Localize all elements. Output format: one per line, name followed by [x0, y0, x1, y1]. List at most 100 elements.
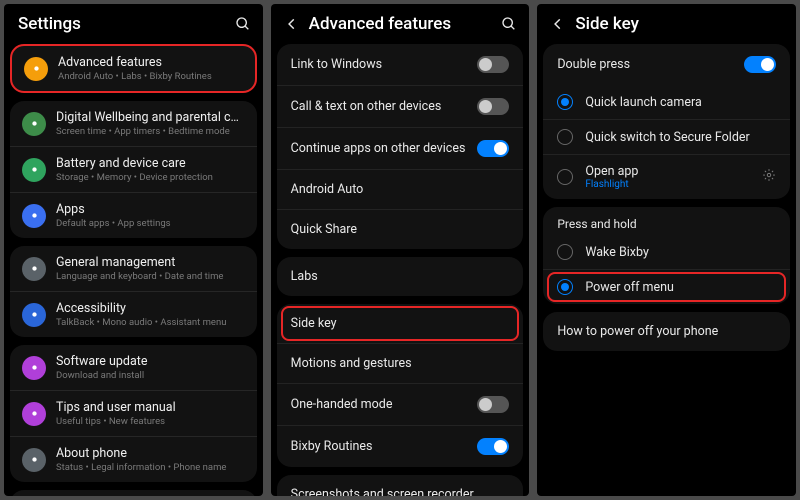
panel-side-key: Side key Double press Quick launch camera… — [537, 4, 796, 496]
settings-item-icon — [22, 303, 46, 327]
settings-item-subtitle: Download and install — [56, 370, 245, 381]
panel-settings: Settings Advanced featuresAndroid Auto •… — [4, 4, 263, 496]
radio-label: Quick switch to Secure Folder — [585, 130, 776, 145]
double-press-row: Double press — [543, 44, 790, 85]
toggle[interactable] — [477, 396, 509, 413]
page-title: Settings — [18, 14, 225, 34]
search-icon[interactable] — [501, 16, 517, 32]
radio-option[interactable]: Quick switch to Secure Folder — [543, 119, 790, 154]
radio-icon — [557, 129, 573, 145]
settings-item[interactable]: Software updateDownload and install — [10, 345, 257, 390]
feature-item-label: Labs — [291, 269, 318, 284]
settings-item[interactable]: General managementLanguage and keyboard … — [10, 246, 257, 291]
settings-item[interactable]: Tips and user manualUseful tips • New fe… — [10, 390, 257, 436]
radio-icon — [557, 244, 573, 260]
page-title: Side key — [575, 14, 784, 34]
feature-group: Side key Motions and gestures One-handed m… — [277, 304, 524, 467]
settings-item-title: About phone — [56, 446, 245, 461]
feature-item[interactable]: Motions and gestures — [277, 343, 524, 383]
settings-item-title: Advanced features — [58, 55, 243, 70]
feature-item[interactable]: Screenshots and screen recorder — [277, 475, 524, 496]
footer-link[interactable]: How to power off your phone — [543, 312, 790, 351]
settings-group: Software updateDownload and installTips … — [10, 345, 257, 482]
settings-item-title: Digital Wellbeing and parental controls — [56, 110, 245, 125]
feature-item[interactable]: Quick Share — [277, 209, 524, 249]
feature-item-label: One-handed mode — [291, 397, 393, 412]
settings-item-title: Battery and device care — [56, 156, 245, 171]
radio-icon — [557, 94, 573, 110]
footer-group: How to power off your phone — [543, 312, 790, 351]
radio-option[interactable]: Wake Bixby — [543, 235, 790, 269]
feature-item[interactable]: Call & text on other devices — [277, 85, 524, 127]
settings-item[interactable]: Digital Wellbeing and parental controlsS… — [10, 101, 257, 146]
settings-item-icon — [22, 257, 46, 281]
feature-item[interactable]: Side key — [277, 304, 524, 343]
feature-item[interactable]: Android Auto — [277, 169, 524, 209]
settings-item-title: Software update — [56, 354, 245, 369]
settings-group: Digital Wellbeing and parental controlsS… — [10, 101, 257, 238]
settings-item[interactable]: Advanced featuresAndroid Auto • Labs • B… — [12, 46, 255, 91]
feature-group: Link to Windows Call & text on other devi… — [277, 44, 524, 249]
feature-item-label: Quick Share — [291, 222, 357, 237]
radio-option[interactable]: Open appFlashlight — [543, 154, 790, 199]
settings-item-icon — [24, 57, 48, 81]
feature-item[interactable]: Bixby Routines — [277, 425, 524, 467]
toggle[interactable] — [744, 56, 776, 73]
radio-sublabel[interactable]: Flashlight — [585, 179, 750, 190]
gear-icon[interactable] — [762, 168, 776, 186]
radio-label: Wake Bixby — [585, 245, 649, 260]
settings-item-subtitle: Useful tips • New features — [56, 416, 245, 427]
radio-icon — [557, 169, 573, 185]
settings-item[interactable]: Battery and device careStorage • Memory … — [10, 146, 257, 192]
settings-item[interactable]: AppsDefault apps • App settings — [10, 192, 257, 238]
radio-label: Open app — [585, 164, 750, 179]
header: Settings — [4, 4, 263, 44]
settings-item-subtitle: Default apps • App settings — [56, 218, 245, 229]
settings-item[interactable]: AccessibilityTalkBack • Mono audio • Ass… — [10, 291, 257, 337]
settings-group: General managementLanguage and keyboard … — [10, 246, 257, 337]
feature-item-label: Motions and gestures — [291, 356, 412, 371]
settings-group: Developer options — [10, 490, 257, 496]
press-hold-group: Press and hold Wake Bixby Power off menu — [543, 207, 790, 304]
header: Advanced features — [271, 4, 530, 44]
settings-item-icon — [22, 204, 46, 228]
settings-item-title: Apps — [56, 202, 245, 217]
feature-item[interactable]: Link to Windows — [277, 44, 524, 85]
feature-item-label: Link to Windows — [291, 57, 382, 72]
radio-option[interactable]: Quick launch camera — [543, 85, 790, 119]
toggle[interactable] — [477, 98, 509, 115]
panel-advanced-features: Advanced features Link to Windows Call & … — [271, 4, 530, 496]
press-hold-label: Press and hold — [543, 207, 790, 235]
toggle[interactable] — [477, 56, 509, 73]
feature-item-label: Continue apps on other devices — [291, 141, 466, 156]
settings-group: Advanced featuresAndroid Auto • Labs • B… — [10, 44, 257, 93]
toggle[interactable] — [477, 438, 509, 455]
feature-item[interactable]: Labs — [277, 257, 524, 296]
settings-item-title: Tips and user manual — [56, 400, 245, 415]
radio-icon — [557, 279, 573, 295]
feature-item-label: Android Auto — [291, 182, 364, 197]
feature-item-label: Bixby Routines — [291, 439, 373, 454]
settings-item-icon — [22, 402, 46, 426]
feature-item-label: Side key — [291, 316, 337, 331]
settings-item-title: General management — [56, 255, 245, 270]
search-icon[interactable] — [235, 16, 251, 32]
settings-item[interactable]: About phoneStatus • Legal information • … — [10, 436, 257, 482]
back-icon[interactable] — [285, 17, 299, 31]
radio-label: Power off menu — [585, 280, 674, 295]
settings-item-subtitle: Android Auto • Labs • Bixby Routines — [58, 71, 243, 82]
toggle[interactable] — [477, 140, 509, 157]
settings-item-subtitle: Status • Legal information • Phone name — [56, 462, 245, 473]
double-press-group: Double press Quick launch camera Quick swi… — [543, 44, 790, 199]
feature-item[interactable]: Continue apps on other devices — [277, 127, 524, 169]
double-press-label: Double press — [557, 57, 630, 72]
settings-item-subtitle: Language and keyboard • Date and time — [56, 271, 245, 282]
radio-label: Quick launch camera — [585, 95, 776, 110]
settings-item-icon — [22, 112, 46, 136]
feature-item-label: Screenshots and screen recorder — [291, 487, 474, 496]
back-icon[interactable] — [551, 17, 565, 31]
radio-option[interactable]: Power off menu — [543, 269, 790, 304]
settings-item[interactable]: Developer options — [10, 490, 257, 496]
feature-item[interactable]: One-handed mode — [277, 383, 524, 425]
settings-item-subtitle: Screen time • App timers • Bedtime mode — [56, 126, 245, 137]
